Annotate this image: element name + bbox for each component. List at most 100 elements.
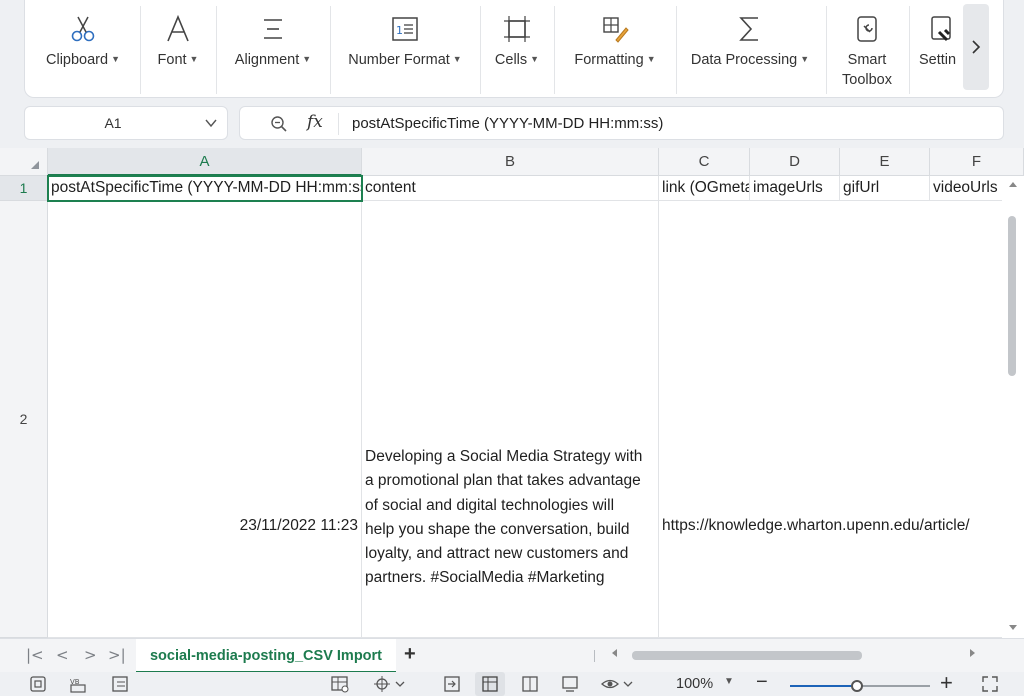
data-processing-group[interactable]: Data Processing ▼	[677, 0, 823, 98]
macro-record-icon[interactable]	[28, 674, 48, 694]
scroll-up-icon[interactable]	[1009, 182, 1017, 187]
fullscreen-icon[interactable]	[980, 674, 1000, 694]
cell-b1[interactable]: content	[362, 176, 659, 201]
font-letter-icon	[167, 14, 189, 42]
chevron-down-icon: ▼	[530, 54, 540, 64]
corner-triangle-icon	[31, 161, 39, 169]
chevron-down-icon: ▼	[189, 54, 199, 64]
horizontal-scroll-thumb[interactable]	[632, 651, 862, 660]
scroll-down-icon[interactable]	[1009, 625, 1017, 630]
zoom-slider-fill	[790, 685, 857, 687]
column-header-d[interactable]: D	[750, 148, 840, 176]
normal-view-icon	[482, 676, 498, 692]
row-header-2[interactable]: 2	[0, 201, 48, 638]
cell-c1-text: link (OGmetadata)	[662, 179, 749, 196]
cell-c2[interactable]: https://knowledge.wharton.upenn.edu/arti…	[659, 201, 1024, 638]
cells-group[interactable]: Cells ▼	[481, 0, 553, 98]
cell-f1-text: videoUrls	[933, 179, 998, 196]
clipboard-group[interactable]: Clipboard ▼	[27, 0, 139, 98]
cell-frame-icon	[504, 16, 530, 42]
status-bar: VB 100% ▼ − +	[0, 670, 1024, 696]
sigma-icon	[739, 17, 758, 41]
cell-d1[interactable]: imageUrls	[750, 176, 840, 201]
add-sheet-button[interactable]: +	[404, 643, 416, 666]
table-style-icon[interactable]	[330, 674, 350, 694]
page-break-preview-icon[interactable]	[560, 674, 580, 694]
settings-icon	[931, 16, 951, 42]
next-sheet-icon[interactable]: >	[84, 646, 97, 664]
ribbon-divider	[909, 6, 910, 94]
cell-a2-text: 23/11/2022 11:23	[239, 517, 358, 534]
cell-d1-text: imageUrls	[753, 179, 823, 196]
spreadsheet-grid: A B C D E F 1 2 postAtSpecificTime (YYYY…	[0, 148, 1024, 638]
vertical-scroll-thumb[interactable]	[1008, 216, 1016, 376]
scissors-icon	[71, 16, 95, 42]
freeze-panes-icon[interactable]	[442, 674, 462, 694]
chevron-down-icon[interactable]: ▼	[724, 676, 734, 687]
name-box-value: A1	[104, 115, 122, 131]
row-header-1[interactable]: 1	[0, 176, 48, 201]
cell-c1[interactable]: link (OGmetadata)	[659, 176, 750, 201]
ribbon-scroll-button[interactable]	[963, 4, 989, 90]
settings-group[interactable]: Settin	[913, 0, 969, 98]
font-label: Font	[157, 52, 187, 68]
column-header-b[interactable]: B	[362, 148, 659, 176]
select-all-corner[interactable]	[0, 148, 48, 176]
svg-text:1: 1	[396, 24, 403, 37]
zoom-slider-thumb[interactable]	[851, 680, 863, 692]
chevron-down-icon: ▼	[111, 54, 120, 64]
scroll-left-icon[interactable]	[612, 649, 617, 657]
zoom-out-button[interactable]: −	[756, 671, 768, 694]
column-header-e[interactable]: E	[840, 148, 930, 176]
cell-b1-text: content	[365, 179, 416, 196]
cell-a2[interactable]: 23/11/2022 11:23	[48, 201, 362, 638]
cells-label: Cells	[494, 52, 528, 68]
cell-b2-text: Developing a Social Media Strategy with …	[365, 448, 643, 587]
chevron-down-icon: ▼	[452, 54, 462, 64]
number-format-group[interactable]: 1 Number Format ▼	[331, 0, 479, 98]
settings-label: Settin	[919, 52, 957, 68]
column-header-c[interactable]: C	[659, 148, 750, 176]
format-brush-icon	[603, 17, 629, 43]
smart-toolbox-label: Smart Toolbox	[842, 52, 892, 88]
vertical-scrollbar[interactable]	[1002, 176, 1024, 638]
normal-view-button[interactable]	[475, 672, 505, 696]
function-icon[interactable]: fx	[307, 112, 323, 132]
zoom-in-button[interactable]: +	[940, 670, 953, 696]
cell-e1[interactable]: gifUrl	[840, 176, 930, 201]
chevron-right-icon	[972, 40, 981, 54]
chevron-down-icon[interactable]	[205, 117, 217, 129]
formula-bar[interactable]: fx postAtSpecificTime (YYYY-MM-DD HH:mm:…	[239, 106, 1004, 140]
zoom-out-icon[interactable]	[270, 115, 288, 133]
smart-toolbox-button[interactable]: Smart Toolbox	[827, 0, 907, 98]
scroll-right-icon[interactable]	[970, 649, 975, 657]
prev-sheet-icon[interactable]: <	[56, 646, 69, 664]
sheet-tab-active[interactable]: social-media-posting_CSV Import	[136, 639, 396, 673]
vba-icon[interactable]: VB	[68, 674, 88, 694]
eye-protection-icon[interactable]	[600, 674, 634, 694]
column-header-f[interactable]: F	[930, 148, 1024, 176]
chevron-down-icon: ▼	[800, 54, 810, 64]
formatting-label: Formatting	[574, 52, 644, 68]
page-layout-icon[interactable]	[520, 674, 540, 694]
cell-c2-text: https://knowledge.wharton.upenn.edu/arti…	[662, 517, 970, 534]
formatting-group[interactable]: Formatting ▼	[555, 0, 675, 98]
alignment-group[interactable]: Alignment ▼	[217, 0, 329, 98]
last-sheet-icon[interactable]: >|	[108, 646, 126, 664]
chevron-down-icon: ▼	[302, 54, 312, 64]
name-box[interactable]: A1	[24, 106, 228, 140]
document-outline-icon[interactable]	[110, 674, 130, 694]
sheet-tab-bar: |< < > >| social-media-posting_CSV Impor…	[0, 638, 1024, 673]
data-processing-label: Data Processing	[690, 52, 798, 68]
formula-divider	[338, 113, 339, 135]
ribbon-toolbar: Clipboard ▼ Font ▼ Alignment ▼ 1 Number For…	[24, 0, 1004, 98]
font-group[interactable]: Font ▼	[141, 0, 215, 98]
first-sheet-icon[interactable]: |<	[26, 646, 44, 664]
cross-hair-view-icon[interactable]	[372, 674, 406, 694]
cell-b2[interactable]: Developing a Social Media Strategy with …	[362, 201, 659, 638]
number-format-label: Number Format	[348, 52, 450, 68]
zoom-level[interactable]: 100%	[676, 676, 713, 692]
formula-input[interactable]: postAtSpecificTime (YYYY-MM-DD HH:mm:ss)	[352, 115, 663, 132]
column-header-a[interactable]: A	[48, 148, 362, 176]
clipboard-label: Clipboard	[46, 52, 109, 68]
